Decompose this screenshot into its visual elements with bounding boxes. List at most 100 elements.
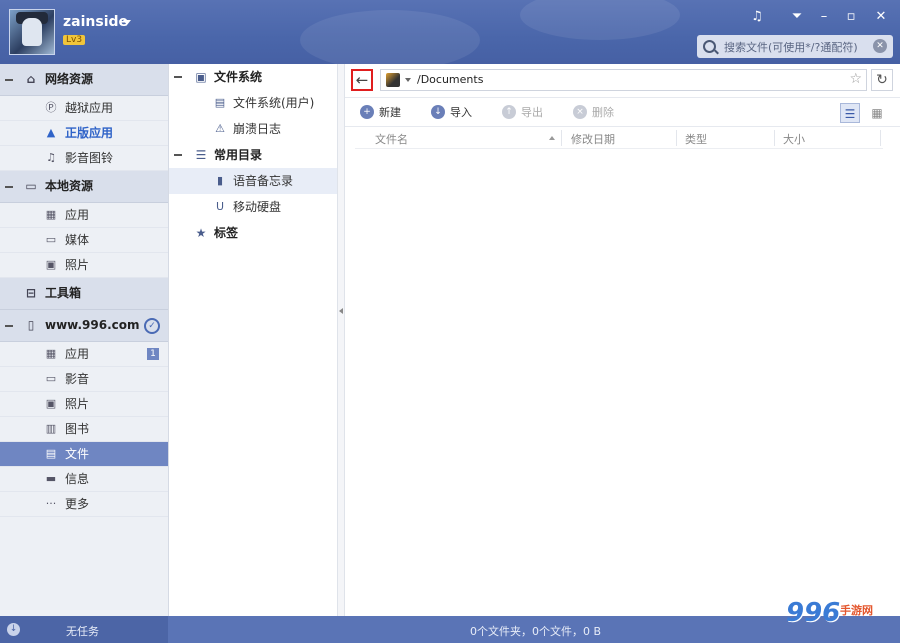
- search-field[interactable]: 搜索文件(可使用*/?通配符) ✕: [697, 35, 893, 58]
- collapse-icon[interactable]: [5, 79, 13, 81]
- sidebar-item-device-files[interactable]: ▤ 文件: [0, 442, 168, 467]
- panel-splitter[interactable]: [337, 64, 345, 616]
- list-icon: ☰: [195, 148, 207, 162]
- column-separator[interactable]: [676, 130, 677, 146]
- export-button[interactable]: ↑ 导出: [502, 105, 543, 121]
- status-bar: ↓ 无任务 0个文件夹，0个文件，0 B: [0, 616, 900, 643]
- import-button[interactable]: ↓ 导入: [431, 105, 472, 121]
- sidebar-item-jailbreak-apps[interactable]: Ⓟ 越狱应用: [0, 96, 168, 121]
- column-separator[interactable]: [774, 130, 775, 146]
- drive-icon: ▣: [195, 70, 207, 84]
- list-view-button[interactable]: ☰: [840, 103, 860, 123]
- sidebar-item-label: 更多: [65, 497, 90, 511]
- minimize-icon[interactable]: –: [815, 8, 833, 26]
- sidebar-item-label: 信息: [65, 472, 90, 486]
- sidebar-item-local-photos[interactable]: ▣ 照片: [0, 253, 168, 278]
- star-icon[interactable]: ☆: [849, 71, 862, 87]
- p-icon: Ⓟ: [45, 101, 57, 114]
- sidebar-item-device-messages[interactable]: ▬ 信息: [0, 467, 168, 492]
- tree-item-user-filesystem[interactable]: ▤ 文件系统(用户): [169, 90, 337, 116]
- sidebar-item-label: 应用: [65, 208, 90, 222]
- sidebar-group-toolbox[interactable]: ⊟ 工具箱: [0, 278, 168, 310]
- sidebar-item-device-books[interactable]: ▥ 图书: [0, 417, 168, 442]
- tree-group-label: 标签: [214, 226, 239, 240]
- sidebar-item-device-more[interactable]: ··· 更多: [0, 492, 168, 517]
- column-modified-date[interactable]: 修改日期: [571, 131, 615, 147]
- task-panel[interactable]: ↓ 无任务: [0, 616, 168, 643]
- tree-group-common[interactable]: ☰ 常用目录: [169, 142, 337, 168]
- sidebar-group-network[interactable]: ⌂ 网络资源: [0, 64, 168, 96]
- search-placeholder[interactable]: 搜索文件(可使用*/?通配符): [724, 39, 858, 55]
- message-icon: ▬: [45, 472, 57, 485]
- sidebar-group-device[interactable]: ▯ www.996.com ✓: [0, 310, 168, 342]
- sidebar-item-device-media[interactable]: ▭ 影音: [0, 367, 168, 392]
- tree-group-filesystem[interactable]: ▣ 文件系统: [169, 64, 337, 90]
- toolbox-icon: ⊟: [25, 286, 37, 300]
- column-type[interactable]: 类型: [685, 131, 707, 147]
- sidebar-item-label: 照片: [65, 397, 90, 411]
- column-separator[interactable]: [880, 130, 881, 146]
- back-button[interactable]: ←: [351, 69, 373, 91]
- sidebar-item-label: 媒体: [65, 233, 90, 247]
- tree-group-bookmarks[interactable]: ★ 标签: [169, 220, 337, 246]
- delete-button[interactable]: × 删除: [573, 105, 614, 121]
- sidebar-item-label: 越狱应用: [65, 101, 114, 115]
- tree-item-voice-memos[interactable]: ▮ 语音备忘录: [169, 168, 337, 194]
- column-size[interactable]: 大小: [783, 131, 805, 147]
- column-filename[interactable]: 文件名: [375, 131, 408, 147]
- chevron-down-icon[interactable]: [123, 20, 131, 25]
- path-text[interactable]: /Documents: [417, 73, 483, 86]
- sidebar-item-local-media[interactable]: ▭ 媒体: [0, 228, 168, 253]
- sort-arrow-icon[interactable]: [549, 136, 555, 140]
- count-badge: 1: [147, 348, 159, 360]
- check-icon: ✓: [144, 318, 160, 334]
- sidebar-item-label: 影音: [65, 372, 90, 386]
- thumb-icon: ▲: [46, 126, 56, 139]
- sidebar-item-media-ringtones[interactable]: ♫ 影音图铃: [0, 146, 168, 171]
- tree-item-label: 移动硬盘: [233, 200, 282, 214]
- collapse-icon[interactable]: [5, 325, 13, 327]
- sidebar-item-local-apps[interactable]: ▦ 应用: [0, 203, 168, 228]
- sidebar-item-device-photos[interactable]: ▣ 照片: [0, 392, 168, 417]
- sidebar-item-device-apps[interactable]: ▦ 应用 1: [0, 342, 168, 367]
- export-icon: ↑: [502, 105, 516, 119]
- tree-group-label: 文件系统: [214, 70, 263, 84]
- file-lock-icon: ▤: [214, 96, 226, 109]
- tree-item-label: 崩溃日志: [233, 122, 282, 136]
- menu-icon[interactable]: ⏷: [788, 8, 806, 26]
- cloud-decoration: [520, 0, 680, 40]
- collapse-icon[interactable]: [174, 76, 182, 78]
- collapse-arrow-icon[interactable]: [339, 308, 343, 314]
- tree-item-crash-logs[interactable]: ⚠ 崩溃日志: [169, 116, 337, 142]
- new-button[interactable]: + 新建: [360, 105, 401, 121]
- monitor-icon: ▭: [25, 179, 37, 193]
- collapse-icon[interactable]: [174, 154, 182, 156]
- grid-view-button[interactable]: ▦: [867, 103, 887, 123]
- watermark-logo: 996: [786, 598, 841, 628]
- avatar[interactable]: [9, 9, 55, 55]
- file-summary: 0个文件夹，0个文件，0 B: [470, 625, 602, 638]
- video-icon: ▭: [45, 372, 57, 385]
- sidebar-group-local[interactable]: ▭ 本地资源: [0, 171, 168, 203]
- phone-icon: ▯: [27, 318, 35, 332]
- close-icon[interactable]: ✕: [872, 8, 890, 26]
- sidebar-item-genuine-apps[interactable]: ▲ 正版应用: [0, 121, 168, 146]
- file-browser: ← /Documents ☆ ↻ + 新建 ↓ 导入 ↑ 导出 × 删除 ☰ ▦ 文件名…: [345, 64, 900, 616]
- tree-item-label: 语音备忘录: [233, 174, 294, 188]
- chevron-down-icon[interactable]: [405, 78, 411, 82]
- address-bar[interactable]: /Documents ☆: [380, 69, 867, 91]
- music-icon[interactable]: ♫: [748, 8, 766, 26]
- folder-tree: ▣ 文件系统 ▤ 文件系统(用户) ⚠ 崩溃日志 ☰ 常用目录 ▮ 语音备忘录 …: [169, 64, 337, 616]
- device-icon[interactable]: [386, 73, 400, 87]
- sidebar-group-label: 本地资源: [45, 179, 94, 193]
- sidebar-group-label: 工具箱: [45, 286, 82, 300]
- clear-icon[interactable]: ✕: [873, 39, 887, 53]
- level-badge: Lv3: [63, 35, 86, 45]
- tree-item-mobile-disk[interactable]: U 移动硬盘: [169, 194, 337, 220]
- collapse-icon[interactable]: [5, 186, 13, 188]
- column-separator[interactable]: [561, 130, 562, 146]
- maximize-icon[interactable]: ▫: [842, 8, 860, 26]
- refresh-button[interactable]: ↻: [871, 69, 893, 91]
- import-label: 导入: [450, 106, 472, 119]
- username[interactable]: zainside: [63, 14, 128, 30]
